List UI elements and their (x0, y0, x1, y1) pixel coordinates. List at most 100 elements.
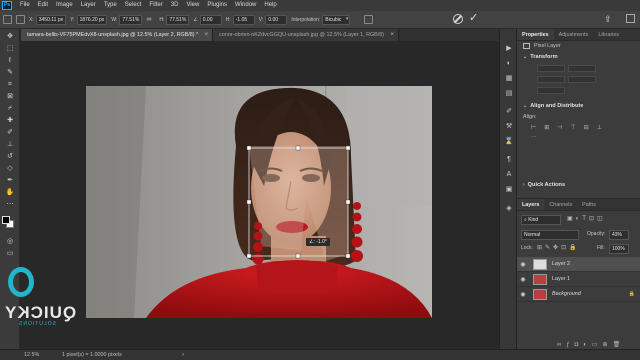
angle-field[interactable] (537, 87, 565, 94)
h-field[interactable] (568, 65, 596, 72)
menu-image[interactable]: Image (52, 0, 77, 11)
eyedropper-tool-icon[interactable]: ⌿ (5, 104, 15, 113)
trash-icon[interactable]: 🗑 (613, 342, 626, 348)
more-icon[interactable]: ⋯ (531, 135, 536, 141)
group-icon[interactable]: ▭ (592, 342, 603, 348)
layer-row-layer-2[interactable]: ◉ Layer 2 (517, 257, 640, 272)
lock-icons[interactable]: ⊞✎✥⊡🔒 (537, 244, 580, 251)
filter-icons[interactable]: ▣◐T⊡◫ (567, 215, 606, 222)
hskew-field[interactable]: -1.05 (232, 14, 255, 25)
transform-section[interactable]: ⌄ Transform (517, 51, 640, 63)
align-right-icon[interactable]: ⊣ (557, 124, 562, 131)
align-left-icon[interactable]: ⊢ (531, 124, 536, 131)
lasso-tool-icon[interactable]: ℓ (5, 56, 15, 65)
screen-mode-icon[interactable]: ▭ (5, 249, 15, 258)
quick-actions-section[interactable]: › Quick Actions (517, 179, 571, 191)
brush-settings-icon[interactable]: ✐ (504, 107, 514, 116)
warp-icon[interactable] (364, 15, 374, 24)
document-canvas[interactable]: ∠: -1.0° (86, 86, 432, 318)
healing-brush-icon[interactable]: ✚ (5, 116, 15, 125)
blend-mode-select[interactable]: Normal (521, 230, 579, 240)
paragraph-icon[interactable]: ¶ (504, 155, 514, 164)
quick-select-tool-icon[interactable]: ✎ (5, 68, 15, 77)
gradient-icon[interactable]: ▤ (504, 89, 514, 98)
align-bottom-icon[interactable]: ⊥ (597, 124, 602, 131)
new-layer-icon[interactable]: ⊕ (603, 342, 613, 348)
move-tool-icon[interactable]: ✥ (5, 32, 15, 41)
tab-tamara-bellis[interactable]: tamara-bellis-VF75PMEdvX8-unsplash.jpg @… (21, 29, 214, 41)
menu-edit[interactable]: Edit (34, 0, 52, 11)
color-icon[interactable]: ◐ (504, 59, 514, 68)
crop-tool-icon[interactable]: ⌗ (5, 80, 15, 89)
align-middle-icon[interactable]: ⊟ (584, 124, 589, 131)
visibility-eye-icon[interactable]: ◉ (517, 261, 529, 268)
zoom-level[interactable]: 12.5% (0, 352, 62, 358)
align-section[interactable]: ⌄ Align and Distribute (517, 100, 640, 112)
vskew-field[interactable]: 0.00 (265, 14, 288, 25)
frame-tool-icon[interactable]: ⊠ (5, 92, 15, 101)
marquee-tool-icon[interactable]: ⬚ (5, 44, 15, 53)
tab-libraries[interactable]: Libraries (593, 29, 624, 40)
quick-mask-icon[interactable]: ◎ (5, 237, 15, 246)
menu-select[interactable]: Select (121, 0, 146, 11)
interpolation-select[interactable]: Bicubic (322, 14, 351, 25)
tab-conor-obrien[interactable]: conor-obrien-nKZdvcGGQU-unsplash.jpg @ 1… (213, 29, 400, 41)
clone-stamp-icon[interactable]: ⊥ (5, 140, 15, 149)
menu-filter[interactable]: Filter (145, 0, 166, 11)
layer-filter-kind[interactable]: ⌕ Kind (521, 215, 561, 225)
move-tool-icon[interactable] (3, 15, 12, 24)
y-field[interactable] (568, 76, 596, 83)
menu-view[interactable]: View (182, 0, 203, 11)
opacity-field[interactable]: 43% (609, 230, 629, 240)
x-field[interactable]: 3450.11 px (35, 14, 67, 25)
menu-3d[interactable]: 3D (167, 0, 183, 11)
workspace-icon[interactable] (626, 14, 635, 23)
fx-icon[interactable]: ƒ (566, 342, 574, 348)
visibility-eye-icon[interactable]: ◉ (517, 276, 529, 283)
layer-row-layer-1[interactable]: ◉ Layer 1 (517, 272, 640, 287)
close-icon[interactable]: × (391, 29, 395, 41)
more-tools-icon[interactable]: ⋯ (5, 200, 15, 209)
x-field[interactable] (537, 76, 565, 83)
angle-field[interactable]: 0.00 (199, 14, 222, 25)
align-top-icon[interactable]: ⊤ (571, 124, 576, 131)
y-field[interactable]: 1876.20 px (76, 14, 108, 25)
commit-transform-button[interactable]: ✓ (469, 12, 478, 25)
h-field[interactable]: 77.51% (166, 14, 190, 25)
tab-adjustments[interactable]: Adjustments (554, 29, 594, 40)
visibility-eye-icon[interactable]: ◉ (517, 291, 529, 298)
menu-layer[interactable]: Layer (77, 0, 100, 11)
fill-field[interactable]: 100% (609, 244, 629, 254)
share-icon[interactable]: ⇪ (604, 14, 612, 25)
canvas-area[interactable]: ∠: -1.0° QUICKY SOLUTIONS (4, 41, 499, 349)
eraser-tool-icon[interactable]: ◇ (5, 164, 15, 173)
menu-window[interactable]: Window (231, 0, 260, 11)
character-icon[interactable]: A (504, 170, 514, 179)
link-icon[interactable]: ∞ (146, 15, 155, 24)
reference-point-icon[interactable] (16, 15, 25, 24)
tab-channels[interactable]: Channels (544, 199, 577, 210)
glyphs-icon[interactable]: ▣ (504, 185, 514, 194)
brush-tool-icon[interactable]: ✐ (5, 128, 15, 137)
cube-icon[interactable]: ◈ (504, 204, 514, 213)
tab-paths[interactable]: Paths (577, 199, 601, 210)
adjustment-icon[interactable]: ◐ (583, 342, 592, 348)
close-icon[interactable]: × (205, 29, 209, 41)
foreground-color-swatch[interactable] (2, 216, 10, 224)
tab-properties[interactable]: Properties (517, 29, 554, 40)
link-layers-icon[interactable]: ∞ (557, 342, 566, 348)
status-chevron-icon[interactable]: › (182, 352, 184, 358)
menu-plugins[interactable]: Plugins (203, 0, 231, 11)
adjust-icon[interactable]: ⚒ (504, 122, 514, 131)
menu-type[interactable]: Type (100, 0, 121, 11)
play-icon[interactable]: ▶ (504, 44, 514, 53)
w-field[interactable]: 77.51% (119, 14, 143, 25)
history-icon[interactable]: ⌛ (504, 137, 514, 146)
menu-help[interactable]: Help (260, 0, 280, 11)
layer-row-background[interactable]: ◉ Background 🔒 (517, 287, 640, 302)
cancel-transform-button[interactable] (453, 14, 463, 24)
hand-tool-icon[interactable]: ✋ (5, 188, 15, 197)
pen-tool-icon[interactable]: ✒ (5, 176, 15, 185)
mask-icon[interactable]: ◘ (575, 342, 584, 348)
menu-file[interactable]: File (16, 0, 34, 11)
